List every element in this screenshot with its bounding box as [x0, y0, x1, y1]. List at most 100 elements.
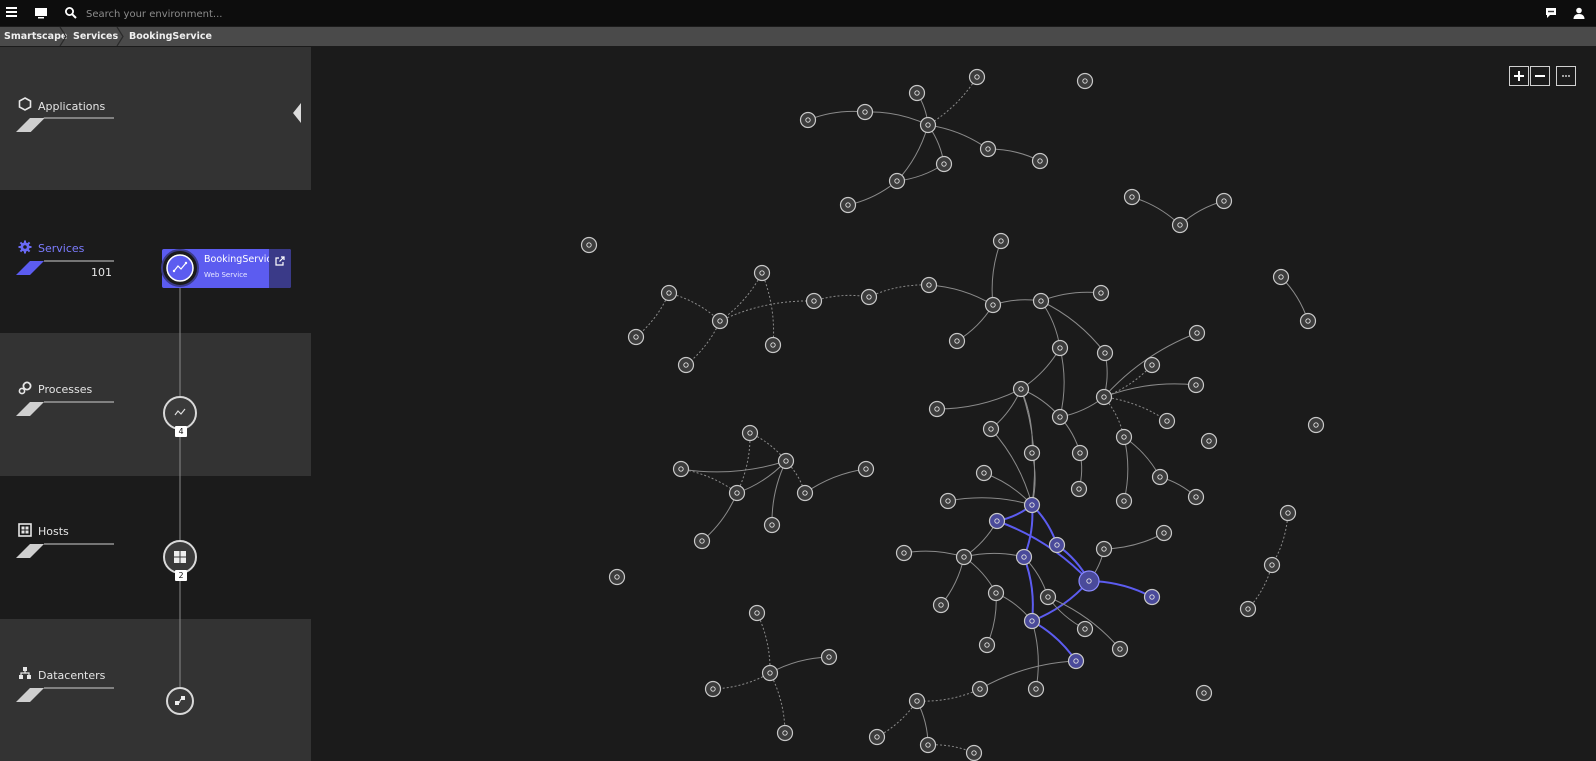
collapse-sidebar-icon[interactable] — [292, 103, 302, 123]
graph-node[interactable] — [748, 604, 766, 622]
graph-node[interactable] — [968, 68, 986, 86]
zoom-in-button[interactable] — [1509, 66, 1529, 86]
layer-datacenters[interactable]: Datacenters — [0, 619, 311, 761]
graph-node[interactable] — [608, 568, 626, 586]
graph-node[interactable] — [888, 172, 906, 190]
graph-node[interactable] — [711, 312, 729, 330]
graph-node[interactable] — [975, 464, 993, 482]
graph-node[interactable] — [955, 548, 973, 566]
graph-node[interactable] — [1187, 488, 1205, 506]
graph-node[interactable] — [1115, 428, 1133, 446]
graph-node[interactable] — [1299, 312, 1317, 330]
graph-node[interactable] — [1111, 640, 1129, 658]
graph-node[interactable] — [920, 276, 938, 294]
layer-processes[interactable]: Processes — [0, 333, 311, 476]
graph-node[interactable] — [1015, 548, 1033, 566]
graph-node[interactable] — [1031, 152, 1049, 170]
graph-node[interactable] — [1215, 192, 1233, 210]
graph-node[interactable] — [1078, 570, 1100, 592]
layer-applications[interactable]: Applications — [0, 47, 311, 190]
hosts-stack-node[interactable] — [163, 540, 197, 574]
graph-node[interactable] — [971, 680, 989, 698]
graph-node[interactable] — [1095, 388, 1113, 406]
processes-stack-node[interactable] — [163, 396, 197, 430]
graph-node[interactable] — [982, 420, 1000, 438]
graph-node[interactable] — [1188, 324, 1206, 342]
graph-node[interactable] — [1200, 432, 1218, 450]
graph-node[interactable] — [580, 236, 598, 254]
graph-node[interactable] — [1032, 292, 1050, 310]
graph-node[interactable] — [978, 636, 996, 654]
graph-node[interactable] — [1012, 380, 1030, 398]
graph-node[interactable] — [1023, 612, 1041, 630]
graph-node[interactable] — [799, 111, 817, 129]
graph-node[interactable] — [741, 424, 759, 442]
graph-node[interactable] — [860, 288, 878, 306]
graph-node[interactable] — [856, 103, 874, 121]
graph-node[interactable] — [948, 332, 966, 350]
graph-node[interactable] — [677, 356, 695, 374]
graph-node[interactable] — [1143, 356, 1161, 374]
breadcrumb-item-services[interactable]: Services — [73, 27, 118, 46]
breadcrumb-item-bookingservice[interactable]: BookingService — [129, 27, 212, 46]
open-service-button[interactable] — [269, 249, 291, 288]
graph-node[interactable] — [672, 460, 690, 478]
graph-node[interactable] — [919, 116, 937, 134]
graph-node[interactable] — [1048, 536, 1066, 554]
graph-node[interactable] — [776, 724, 794, 742]
graph-node[interactable] — [1051, 339, 1069, 357]
graph-node[interactable] — [1039, 588, 1057, 606]
graph-node[interactable] — [1151, 468, 1169, 486]
graph-node[interactable] — [753, 264, 771, 282]
graph-node[interactable] — [693, 532, 711, 550]
graph-node[interactable] — [1076, 620, 1094, 638]
graph-node[interactable] — [1023, 444, 1041, 462]
graph-node[interactable] — [857, 460, 875, 478]
graph-node[interactable] — [1123, 188, 1141, 206]
graph-node[interactable] — [979, 140, 997, 158]
graph-node[interactable] — [1027, 680, 1045, 698]
graph-node[interactable] — [1115, 492, 1133, 510]
graph-node[interactable] — [660, 284, 678, 302]
graph-node[interactable] — [965, 744, 983, 761]
screen-icon[interactable] — [34, 6, 48, 20]
graph-node[interactable] — [987, 584, 1005, 602]
graph-node[interactable] — [1143, 588, 1161, 606]
graph-node[interactable] — [704, 680, 722, 698]
graph-node[interactable] — [764, 336, 782, 354]
graph-node[interactable] — [1067, 652, 1085, 670]
graph-node[interactable] — [763, 516, 781, 534]
graph-node[interactable] — [1023, 496, 1041, 514]
graph-node[interactable] — [805, 292, 823, 310]
datacenters-stack-node[interactable] — [166, 687, 194, 715]
graph-node[interactable] — [939, 492, 957, 510]
hamburger-menu-icon[interactable] — [6, 7, 17, 19]
layer-hosts[interactable]: Hosts — [0, 476, 311, 619]
zoom-out-button[interactable] — [1530, 66, 1550, 86]
graph-node[interactable] — [820, 648, 838, 666]
selected-service-card[interactable]: BookingService Web Service — [161, 249, 291, 288]
graph-node[interactable] — [1051, 408, 1069, 426]
search-input[interactable] — [84, 4, 508, 24]
graph-node[interactable] — [761, 664, 779, 682]
graph-node[interactable] — [935, 155, 953, 173]
graph-node[interactable] — [627, 328, 645, 346]
graph-node[interactable] — [908, 84, 926, 102]
graph-node[interactable] — [1171, 216, 1189, 234]
graph-node[interactable] — [895, 544, 913, 562]
graph-node[interactable] — [919, 736, 937, 754]
graph-node[interactable] — [1272, 268, 1290, 286]
graph-node[interactable] — [1279, 504, 1297, 522]
more-options-button[interactable] — [1556, 66, 1576, 86]
user-icon[interactable] — [1572, 6, 1586, 20]
graph-node[interactable] — [1263, 556, 1281, 574]
graph-node[interactable] — [777, 452, 795, 470]
graph-node[interactable] — [728, 484, 746, 502]
graph-node[interactable] — [1239, 600, 1257, 618]
graph-node[interactable] — [1307, 416, 1325, 434]
graph-node[interactable] — [1071, 444, 1089, 462]
graph-node[interactable] — [928, 400, 946, 418]
graph-node[interactable] — [992, 232, 1010, 250]
chat-icon[interactable] — [1544, 6, 1558, 20]
graph-node[interactable] — [1070, 480, 1088, 498]
